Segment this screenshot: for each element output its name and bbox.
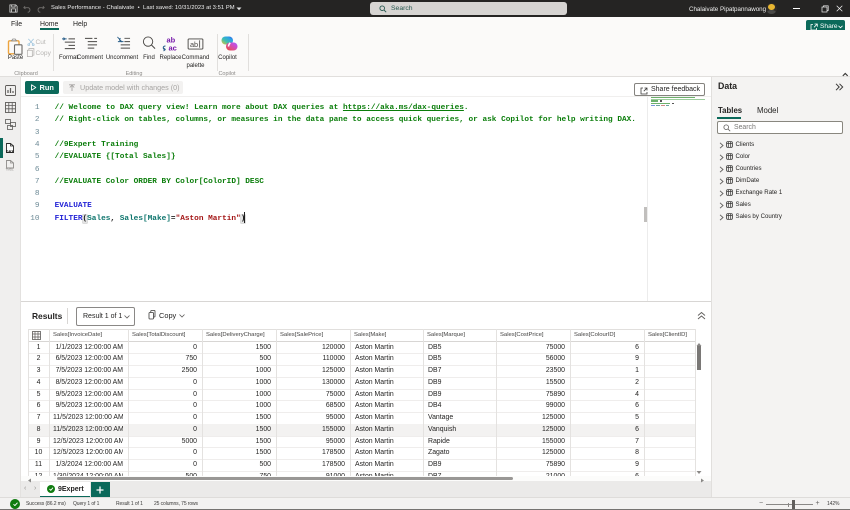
svg-text:DAX: DAX: [6, 149, 14, 152]
svg-text:TMDL: TMDL: [6, 168, 14, 171]
svg-text:ab: ab: [190, 39, 198, 48]
svg-text:ac: ac: [169, 44, 177, 53]
